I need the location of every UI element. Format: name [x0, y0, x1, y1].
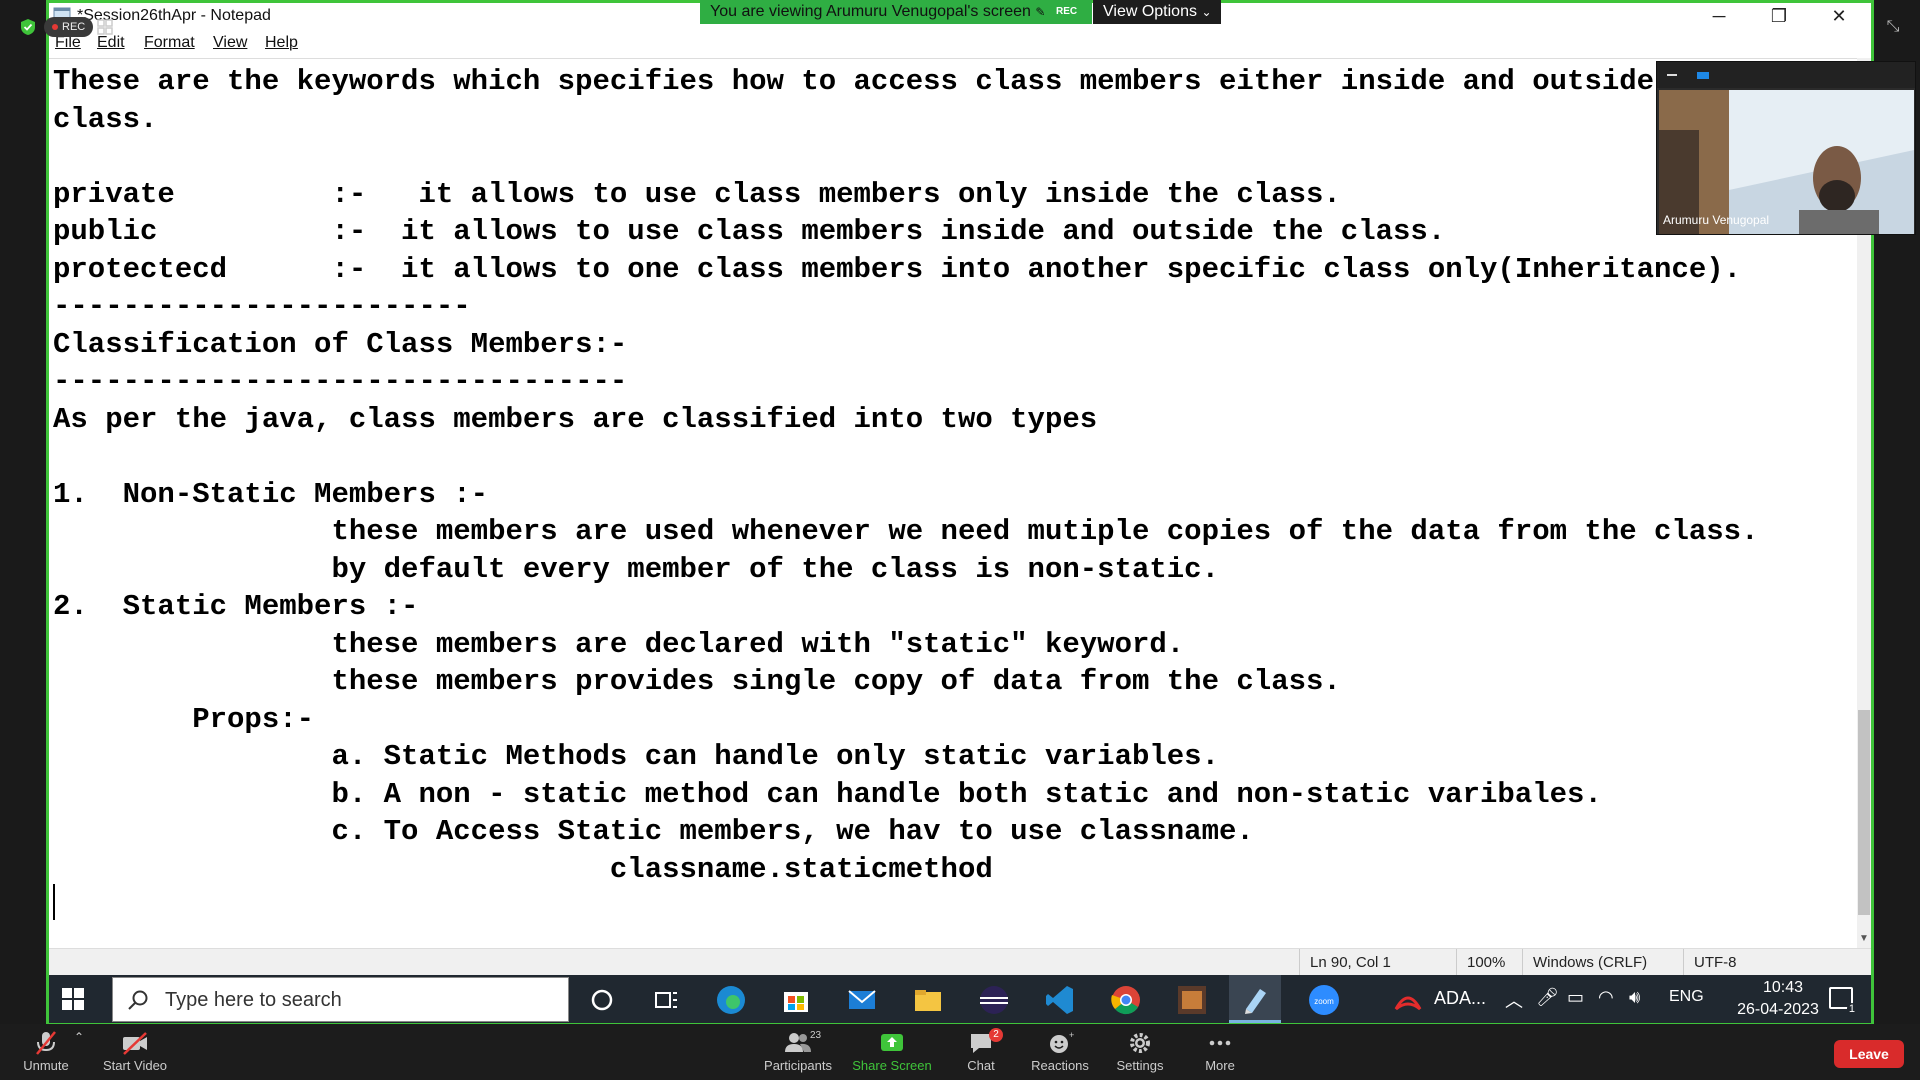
svg-text:+: + — [1069, 1030, 1074, 1040]
participant-name: Arumuru Venugopal — [1663, 213, 1770, 227]
more-button[interactable]: More — [1180, 1028, 1260, 1078]
chat-button[interactable]: 2 Chat — [941, 1028, 1021, 1078]
gear-icon — [1130, 1033, 1150, 1053]
chevron-down-icon: ⌄ — [1201, 5, 1212, 19]
participants-label: Participants — [764, 1058, 832, 1073]
chat-label: Chat — [967, 1058, 995, 1073]
exit-fullscreen-icon[interactable]: ⤡ — [1882, 16, 1904, 38]
participant-video-tile[interactable]: Arumuru Venugopal — [1656, 61, 1916, 235]
reactions-label: Reactions — [1031, 1058, 1089, 1073]
share-screen-label: Share Screen — [852, 1058, 932, 1073]
rec-label: REC — [62, 21, 86, 33]
viewing-banner: You are viewing Arumuru Venugopal's scre… — [700, 0, 1092, 24]
unmute-label: Unmute — [23, 1058, 69, 1073]
zoom-toolbar: Unmute ⌃ Start Video 23 Participants Sha… — [0, 1024, 1920, 1080]
screen-share-border — [46, 0, 1874, 1026]
banner-rec-label: REC — [1056, 6, 1078, 17]
audio-options-chevron-icon[interactable]: ⌃ — [74, 1030, 84, 1044]
start-video-label: Start Video — [102, 1058, 168, 1073]
settings-label: Settings — [1116, 1058, 1164, 1073]
zoom-left-margin — [0, 0, 48, 1024]
view-options-label: View Options — [1103, 3, 1197, 20]
record-dot-icon — [52, 24, 58, 31]
leave-button[interactable]: Leave — [1834, 1040, 1904, 1068]
microphone-muted-icon — [36, 1031, 56, 1055]
more-label: More — [1205, 1058, 1235, 1073]
view-options-button[interactable]: View Options ⌄ — [1093, 0, 1221, 24]
recording-indicator[interactable]: REC — [44, 17, 94, 37]
reactions-icon: + — [1050, 1030, 1074, 1053]
reactions-button[interactable]: + Reactions — [1020, 1028, 1100, 1078]
start-video-button[interactable]: Start Video — [94, 1028, 176, 1078]
gallery-grid-icon[interactable] — [96, 18, 114, 36]
share-screen-button[interactable]: Share Screen — [852, 1028, 932, 1078]
participants-icon — [785, 1033, 811, 1052]
participants-button[interactable]: 23 Participants — [758, 1028, 838, 1078]
security-shield-icon[interactable] — [20, 18, 36, 36]
switch-view-icon[interactable] — [1697, 72, 1709, 79]
chat-unread-badge: 2 — [989, 1028, 1003, 1042]
viewing-text: You are viewing Arumuru Venugopal's scre… — [710, 3, 1031, 20]
settings-button[interactable]: Settings — [1100, 1028, 1180, 1078]
more-dots-icon — [1209, 1040, 1231, 1046]
video-off-icon — [123, 1032, 147, 1055]
video-tile-header — [1657, 62, 1915, 88]
minimize-video-icon[interactable] — [1667, 74, 1677, 76]
screen-share-banner: You are viewing Arumuru Venugopal's scre… — [700, 0, 1221, 24]
participants-count: 23 — [810, 1030, 822, 1041]
share-screen-icon — [881, 1034, 903, 1051]
pin-icon: ✎ — [1035, 5, 1046, 19]
